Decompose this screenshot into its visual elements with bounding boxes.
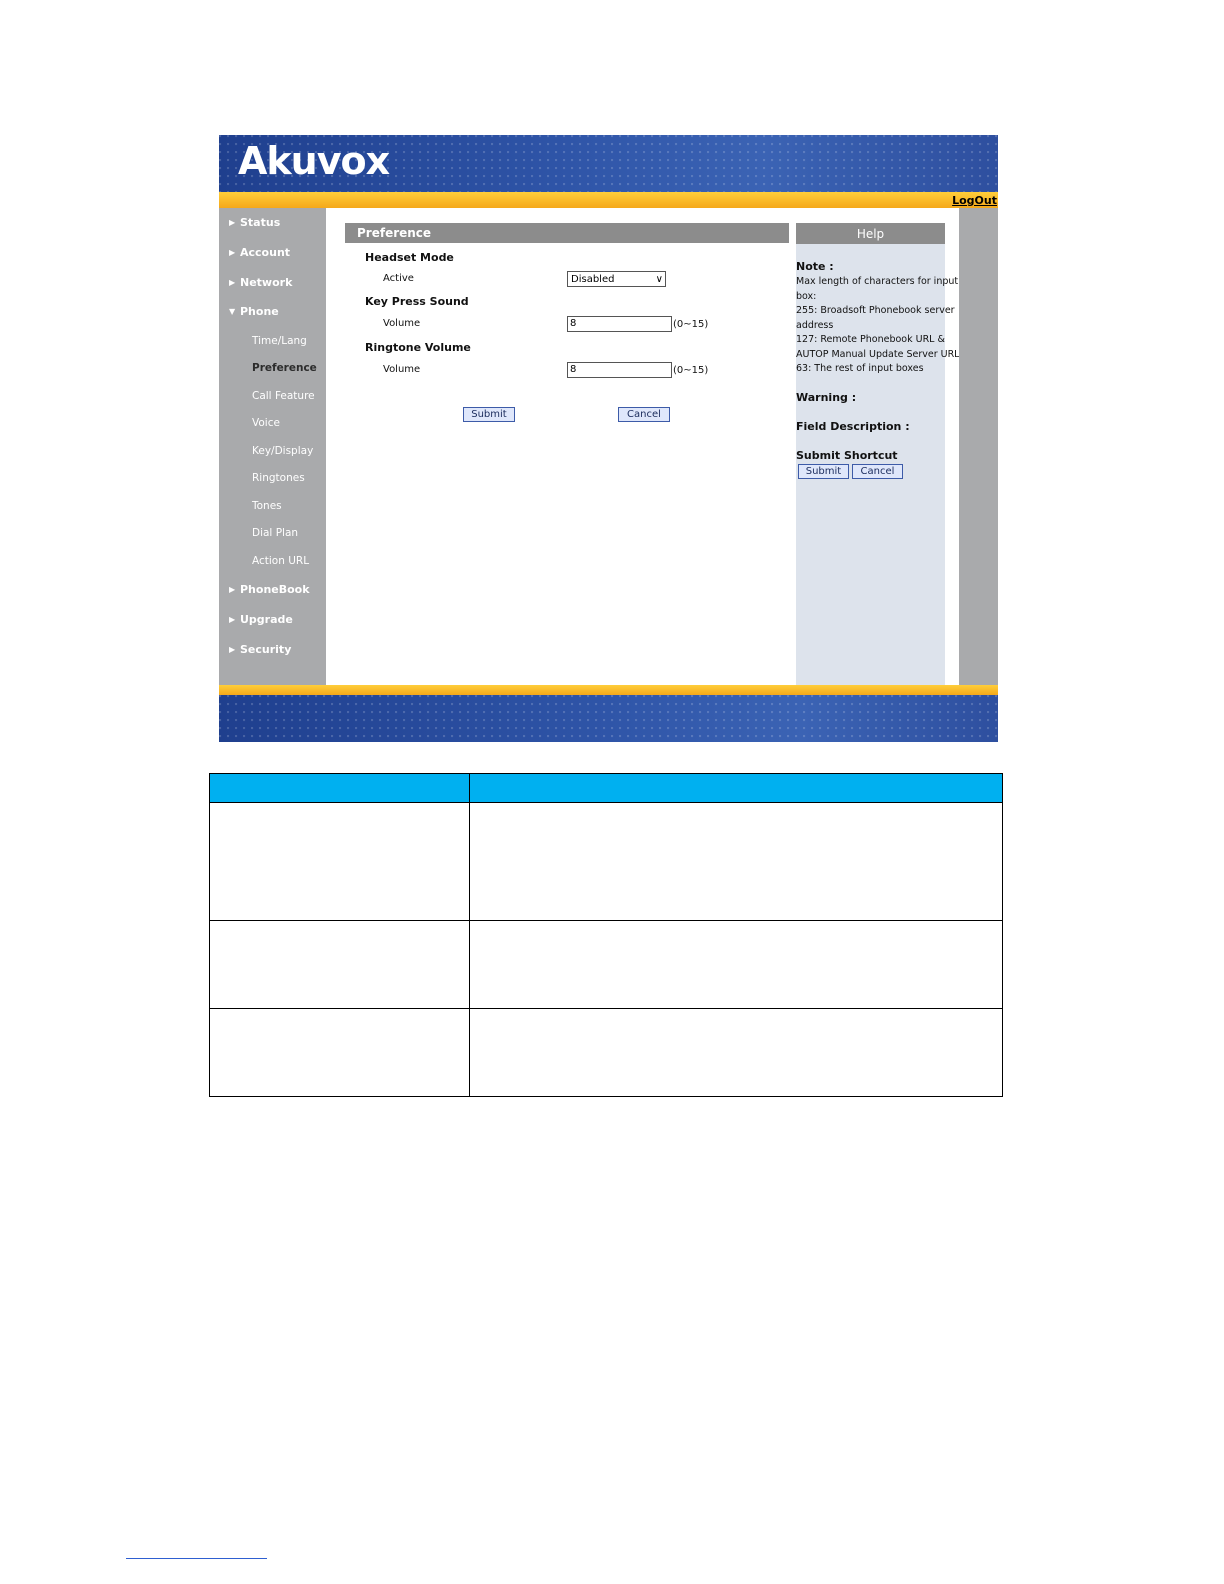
sidebar-item-label: Phone bbox=[240, 305, 279, 318]
help-note-label: Note : bbox=[796, 260, 834, 273]
help-submit-shortcut-label: Submit Shortcut bbox=[796, 449, 898, 462]
help-title: Help bbox=[796, 223, 945, 244]
sidebar-item-label: Status bbox=[240, 216, 281, 229]
sidebar-item-status[interactable]: ▶ Status bbox=[229, 216, 280, 229]
sidebar-subitem-key-display[interactable]: Key/Display bbox=[252, 445, 313, 457]
headset-active-label: Active bbox=[383, 273, 414, 284]
table-header-row bbox=[209, 773, 1003, 803]
footnote-separator bbox=[126, 1558, 267, 1559]
sidebar-item-label: PhoneBook bbox=[240, 583, 310, 596]
help-panel: Help Note : Max length of characters for… bbox=[796, 223, 959, 685]
triangle-right-icon: ▶ bbox=[229, 248, 236, 257]
table-row bbox=[209, 920, 1003, 1009]
table-cell bbox=[209, 920, 470, 1009]
key-press-sound-title: Key Press Sound bbox=[365, 295, 469, 308]
sidebar-item-upgrade[interactable]: ▶ Upgrade bbox=[229, 613, 293, 626]
help-note-line: 255: Broadsoft Phonebook server bbox=[796, 305, 955, 316]
table-cell bbox=[209, 802, 470, 921]
sidebar-subitem-action-url[interactable]: Action URL bbox=[252, 555, 309, 567]
sidebar-item-label: Security bbox=[240, 643, 292, 656]
help-note-line: 63: The rest of input boxes bbox=[796, 363, 924, 374]
ringtone-volume-label: Volume bbox=[383, 364, 421, 375]
chevron-down-icon: ∨ bbox=[655, 274, 663, 285]
sidebar-item-phonebook[interactable]: ▶ PhoneBook bbox=[229, 583, 310, 596]
shortcut-submit-button[interactable]: Submit bbox=[798, 464, 849, 479]
headset-mode-title: Headset Mode bbox=[365, 251, 454, 264]
sidebar-item-label: Account bbox=[240, 246, 291, 259]
sidebar-subitem-call-feature[interactable]: Call Feature bbox=[252, 390, 315, 402]
sidebar-subitem-voice[interactable]: Voice bbox=[252, 417, 280, 429]
submit-button[interactable]: Submit bbox=[463, 407, 515, 422]
help-field-description-label: Field Description : bbox=[796, 420, 910, 433]
sidebar-subitem-preference[interactable]: Preference bbox=[252, 362, 317, 374]
shortcut-cancel-button[interactable]: Cancel bbox=[852, 464, 903, 479]
table-cell bbox=[469, 920, 1003, 1009]
field-description-table bbox=[209, 773, 1003, 1097]
panel-title: Preference bbox=[345, 223, 789, 243]
sidebar-subitem-ringtones[interactable]: Ringtones bbox=[252, 472, 305, 484]
table-cell bbox=[209, 1008, 470, 1097]
help-note-line: 127: Remote Phonebook URL & bbox=[796, 334, 945, 345]
select-value: Disabled bbox=[571, 274, 615, 285]
triangle-right-icon: ▶ bbox=[229, 218, 236, 227]
table-header-cell bbox=[469, 773, 1003, 803]
bottom-banner bbox=[219, 695, 998, 742]
sidebar-item-phone[interactable]: ▼ Phone bbox=[229, 305, 279, 318]
sidebar-item-label: Network bbox=[240, 276, 293, 289]
sidebar-item-network[interactable]: ▶ Network bbox=[229, 276, 292, 289]
sidebar-subitem-tones[interactable]: Tones bbox=[252, 500, 282, 512]
triangle-right-icon: ▶ bbox=[229, 585, 236, 594]
sidebar-subitem-dial-plan[interactable]: Dial Plan bbox=[252, 527, 298, 539]
akuvox-logo: Akuvox bbox=[238, 139, 390, 183]
sidebar-subitem-time-lang[interactable]: Time/Lang bbox=[252, 335, 307, 347]
sidebar-item-label: Upgrade bbox=[240, 613, 293, 626]
web-ui-screenshot: Akuvox LogOut ▶ Status ▶ Account ▶ Network … bbox=[219, 135, 998, 742]
table-row bbox=[209, 802, 1003, 921]
table-cell bbox=[469, 1008, 1003, 1097]
table-row bbox=[209, 1008, 1003, 1097]
ringtone-volume-range: (0~15) bbox=[673, 365, 709, 376]
triangle-right-icon: ▶ bbox=[229, 615, 236, 624]
top-orange-bar bbox=[219, 192, 998, 208]
right-gray-strip bbox=[959, 208, 998, 685]
logout-link[interactable]: LogOut bbox=[952, 194, 997, 207]
sidebar-item-account[interactable]: ▶ Account bbox=[229, 246, 290, 259]
help-note-line: box: bbox=[796, 291, 817, 302]
triangle-right-icon: ▶ bbox=[229, 645, 236, 654]
sidebar-item-security[interactable]: ▶ Security bbox=[229, 643, 291, 656]
help-note-line: AUTOP Manual Update Server URL bbox=[796, 349, 960, 360]
key-press-volume-input[interactable]: 8 bbox=[567, 316, 672, 332]
ringtone-volume-title: Ringtone Volume bbox=[365, 341, 471, 354]
table-header-cell bbox=[209, 773, 470, 803]
help-note-line: address bbox=[796, 320, 834, 331]
key-press-volume-label: Volume bbox=[383, 318, 421, 329]
ringtone-volume-input[interactable]: 8 bbox=[567, 362, 672, 378]
bottom-orange-bar bbox=[219, 685, 998, 695]
table-cell bbox=[469, 802, 1003, 921]
triangle-right-icon: ▶ bbox=[229, 278, 236, 287]
preference-panel: Preference Headset Mode Active Disabled … bbox=[345, 223, 789, 685]
help-warning-label: Warning : bbox=[796, 391, 857, 404]
headset-active-select[interactable]: Disabled ∨ bbox=[567, 271, 666, 287]
cancel-button[interactable]: Cancel bbox=[618, 407, 670, 422]
help-note-line: Max length of characters for input bbox=[796, 276, 959, 287]
key-press-volume-range: (0~15) bbox=[673, 319, 709, 330]
top-banner: Akuvox bbox=[219, 135, 998, 192]
triangle-down-icon: ▼ bbox=[229, 307, 236, 316]
